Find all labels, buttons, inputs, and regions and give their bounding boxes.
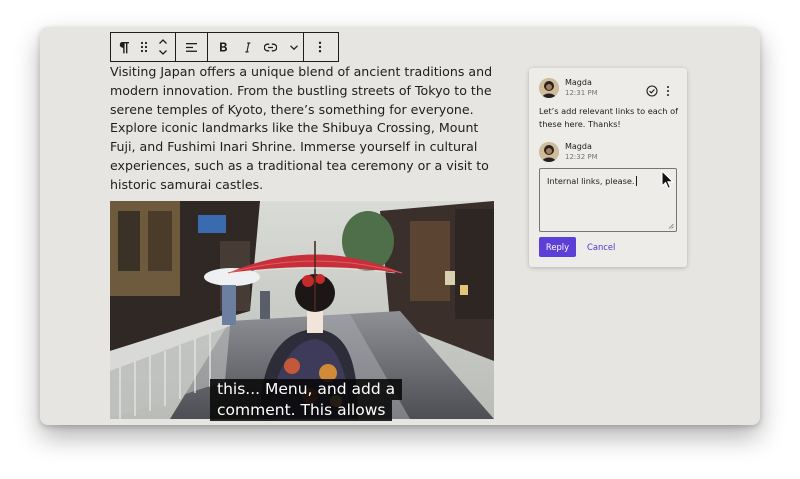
editor-window: Visiting Japan offers a unique blend of … — [40, 27, 760, 425]
reply-button[interactable]: Reply — [539, 237, 576, 257]
user-avatar-icon — [539, 142, 559, 162]
block-toolbar — [110, 32, 339, 62]
italic-icon — [244, 42, 250, 52]
more-options-icon — [318, 41, 321, 53]
comment-author: Magda — [565, 78, 592, 87]
avatar — [539, 78, 559, 98]
resize-handle-icon[interactable] — [668, 223, 674, 229]
caption-line-1: this... Menu, and add a — [210, 379, 403, 400]
reply-author: Magda — [565, 142, 592, 151]
link-button[interactable] — [255, 33, 285, 61]
chevron-down-icon — [290, 44, 298, 50]
more-options-icon — [667, 86, 669, 96]
drag-handle-icon — [140, 41, 148, 53]
more-formats-button[interactable] — [285, 33, 303, 61]
bold-icon — [220, 42, 227, 51]
link-icon — [263, 43, 277, 51]
comment-time: 12:31 PM — [565, 89, 598, 97]
paragraph-block-button[interactable] — [111, 33, 137, 61]
reply-time: 12:32 PM — [565, 153, 598, 161]
paragraph-block[interactable]: Visiting Japan offers a unique blend of … — [110, 63, 495, 195]
toolbar-group-align — [176, 33, 208, 61]
paragraph-icon — [119, 41, 129, 53]
comment-options-button[interactable] — [666, 82, 674, 96]
avatar — [539, 142, 559, 162]
mouse-pointer-icon — [661, 170, 675, 190]
reply-input[interactable]: Internal links, please. — [539, 168, 677, 232]
bold-button[interactable] — [208, 33, 239, 61]
options-button[interactable] — [304, 33, 335, 61]
toolbar-group-options — [304, 33, 335, 61]
video-caption: this... Menu, and add a comment. This al… — [210, 379, 403, 421]
comment-text: Let’s add relevant links to each of thes… — [539, 106, 678, 129]
toolbar-group-format — [208, 33, 304, 61]
align-button[interactable] — [176, 33, 207, 61]
drag-handle-button[interactable] — [137, 33, 151, 61]
move-up-down-icon — [159, 39, 167, 55]
user-avatar-icon — [539, 78, 559, 98]
text-caret — [635, 176, 637, 186]
caption-line-2: comment. This allows — [210, 400, 393, 421]
cancel-button[interactable]: Cancel — [587, 242, 615, 252]
italic-button[interactable] — [239, 33, 255, 61]
move-block-button[interactable] — [151, 33, 175, 61]
check-circle-icon — [646, 85, 658, 97]
resolve-button[interactable] — [646, 82, 658, 97]
reply-input-value: Internal links, please. — [547, 176, 635, 186]
align-left-icon — [186, 42, 197, 52]
toolbar-group-block — [111, 33, 176, 61]
comment-panel: Magda 12:31 PM Let’s add relevant links … — [529, 68, 687, 267]
